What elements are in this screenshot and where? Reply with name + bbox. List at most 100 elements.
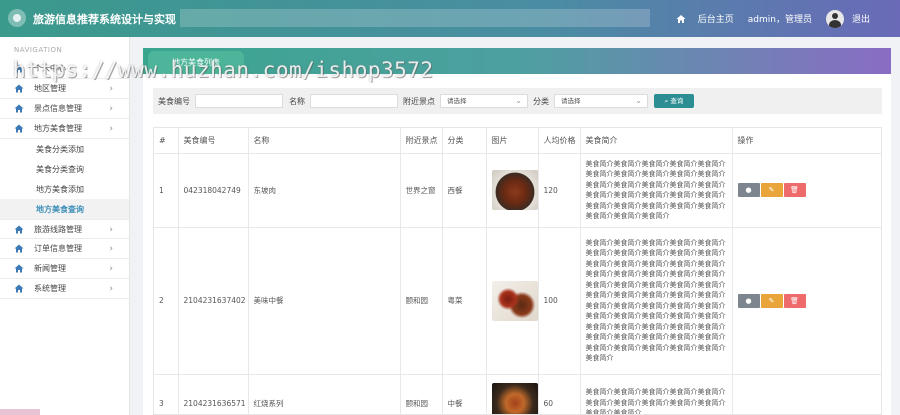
column-header: 人均价格 xyxy=(538,128,581,154)
column-header: 分类 xyxy=(442,128,487,154)
food-name-cell: 东坡肉 xyxy=(248,153,401,228)
view-button[interactable]: ● xyxy=(737,293,760,308)
sidebar-item-news[interactable]: 新闻管理 › xyxy=(0,259,129,279)
logout-link[interactable]: 退出 xyxy=(852,12,870,25)
food-image xyxy=(491,280,538,321)
food-table: # 美食编号 名称 附近景点 分类 图片 人均价格 美食简介 操作 1 0423… xyxy=(153,127,882,415)
sidebar-item-system[interactable]: 系统管理 › xyxy=(0,279,129,299)
sidebar-item-label: 系统管理 xyxy=(34,284,66,293)
edit-button[interactable]: ✎ xyxy=(760,183,783,197)
sidebar-item-orders[interactable]: 订单信息管理 › xyxy=(0,239,129,259)
sidebar-item-routes[interactable]: 旅游线路管理 › xyxy=(0,219,129,239)
nearby-spot-cell: 颐和园 xyxy=(400,374,443,414)
corner-tab xyxy=(0,409,40,415)
sidebar-item-label: 地方美食管理 xyxy=(34,124,82,133)
name-label: 名称 xyxy=(289,96,305,106)
intro-cell: 美食简介美食简介美食简介美食简介美食简介美食简介美食简介美食简介美食简介美食简介… xyxy=(580,374,733,414)
name-input[interactable] xyxy=(310,94,398,108)
sidebar-subitem-category-query[interactable]: 美食分类查询 xyxy=(0,159,129,179)
sidebar-subitem-food-query[interactable]: 地方美食查询 xyxy=(0,199,129,219)
image-cell xyxy=(486,153,539,228)
edit-button[interactable]: ✎ xyxy=(760,293,783,308)
admin-home-link[interactable]: 后台主页 xyxy=(698,12,734,25)
chevron-down-icon: ⌄ xyxy=(635,96,642,105)
table-row: 3 2104231636571 红烧系列 颐和园 中餐 60 美食简介美食简介美… xyxy=(154,374,881,414)
table-row: 1 042318042749 东坡肉 世界之窗 西餐 120 美食简介美食简介美… xyxy=(154,153,881,228)
chevron-down-icon: › xyxy=(109,124,113,134)
sidebar-item-scenic[interactable]: 景点信息管理 › xyxy=(0,99,129,119)
home-icon[interactable] xyxy=(676,14,686,24)
food-code-cell: 2104231636571 xyxy=(178,374,249,414)
nav-heading: NAVIGATION xyxy=(14,46,63,54)
home-icon xyxy=(14,124,24,133)
sidebar-item-region[interactable]: 地区管理 › xyxy=(0,79,129,99)
food-image xyxy=(491,170,538,210)
category-label: 分类 xyxy=(533,96,549,106)
food-name-cell: 美味中餐 xyxy=(248,227,401,375)
food-image xyxy=(491,383,538,414)
chevron-right-icon: › xyxy=(109,284,113,294)
chevron-down-icon: ⌄ xyxy=(515,96,522,105)
sidebar-subitem-food-add[interactable]: 地方美食添加 xyxy=(0,179,129,199)
column-header: 图片 xyxy=(486,128,539,154)
avatar[interactable] xyxy=(825,9,844,28)
column-header: 操作 xyxy=(732,128,881,154)
food-code-label: 美食编号 xyxy=(158,96,190,106)
row-index: 1 xyxy=(154,153,179,228)
nearby-spot-value: 请选择 xyxy=(447,97,467,105)
nearby-spot-label: 附近景点 xyxy=(403,96,435,106)
category-value: 请选择 xyxy=(561,97,581,105)
chevron-right-icon: › xyxy=(109,264,113,274)
food-name-cell: 红烧系列 xyxy=(248,374,401,414)
watermark-text: https://www.huzhan.com/ishop3572 xyxy=(13,58,434,82)
intro-cell: 美食简介美食简介美食简介美食简介美食简介美食简介美食简介美食简介美食简介美食简介… xyxy=(580,227,733,375)
table-header-row: # 美食编号 名称 附近景点 分类 图片 人均价格 美食简介 操作 xyxy=(154,128,881,154)
chevron-right-icon: › xyxy=(109,225,113,235)
column-header: 名称 xyxy=(248,128,401,154)
search-button-label: 查询 xyxy=(670,97,684,105)
nearby-spot-cell: 世界之窗 xyxy=(400,153,443,228)
home-icon xyxy=(14,244,24,253)
main-panel: 地方美食列表 美食编号 名称 附近景点 请选择 ⌄ 分类 请选择 ⌄ ⌕ 查询 xyxy=(143,48,891,415)
home-icon xyxy=(14,225,24,233)
row-index: 3 xyxy=(154,374,179,414)
chevron-right-icon: › xyxy=(109,84,113,94)
search-bar: 美食编号 名称 附近景点 请选择 ⌄ 分类 请选择 ⌄ ⌕ 查询 xyxy=(153,88,882,114)
column-header: 美食简介 xyxy=(580,128,733,154)
chevron-right-icon: › xyxy=(109,104,113,114)
category-cell: 西餐 xyxy=(442,153,487,228)
food-code-cell: 042318042749 xyxy=(178,153,249,228)
sidebar-item-label: 景点信息管理 xyxy=(34,104,82,113)
food-code-input[interactable] xyxy=(195,94,283,108)
price-cell: 120 xyxy=(538,153,581,228)
view-button[interactable]: ● xyxy=(737,183,760,197)
sidebar-subitem-category-add[interactable]: 美食分类添加 xyxy=(0,139,129,159)
price-cell: 100 xyxy=(538,227,581,375)
column-header: 附近景点 xyxy=(400,128,443,154)
top-header: 旅游信息推荐系统设计与实现 后台主页 admin，管理员 退出 xyxy=(0,0,900,37)
search-button[interactable]: ⌕ 查询 xyxy=(654,94,694,108)
category-cell: 粤菜 xyxy=(442,227,487,375)
sidebar-item-food[interactable]: 地方美食管理 › xyxy=(0,119,129,139)
table-row: 2 2104231637402 美味中餐 颐和园 粤菜 100 美食简介美食简介… xyxy=(154,227,881,375)
actions-cell: ● ✎ 🗑 xyxy=(732,153,881,228)
category-select[interactable]: 请选择 ⌄ xyxy=(554,94,648,108)
row-index: 2 xyxy=(154,227,179,375)
nearby-spot-cell: 颐和园 xyxy=(400,227,443,375)
current-user-label: admin，管理员 xyxy=(747,15,812,25)
home-icon xyxy=(14,284,24,293)
header-title-highlight xyxy=(180,9,650,27)
app-title: 旅游信息推荐系统设计与实现 xyxy=(33,13,176,26)
food-code-cell: 2104231637402 xyxy=(178,227,249,375)
chevron-right-icon: › xyxy=(109,244,113,254)
sidebar-item-label: 订单信息管理 xyxy=(34,244,82,253)
sidebar-item-label: 地区管理 xyxy=(34,84,66,93)
intro-cell: 美食简介美食简介美食简介美食简介美食简介美食简介美食简介美食简介美食简介美食简介… xyxy=(580,153,733,228)
nearby-spot-select[interactable]: 请选择 ⌄ xyxy=(440,94,528,108)
delete-button[interactable]: 🗑 xyxy=(783,293,806,308)
sidebar: NAVIGATION 个人中心 地区管理 › 景点信息管理 › 地方美食管理 ›… xyxy=(0,37,130,415)
actions-cell: ● ✎ 🗑 xyxy=(732,227,881,375)
image-cell xyxy=(486,227,539,375)
delete-button[interactable]: 🗑 xyxy=(783,183,806,197)
sidebar-item-label: 新闻管理 xyxy=(34,264,66,273)
